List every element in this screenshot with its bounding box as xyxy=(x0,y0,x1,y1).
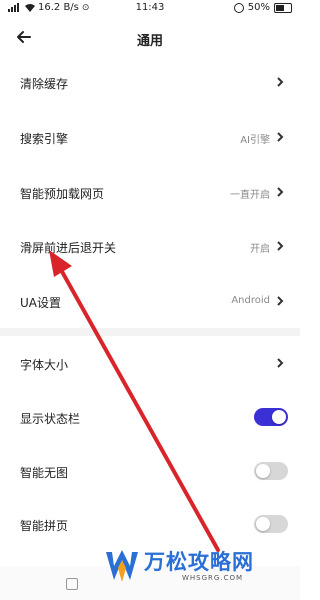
brand-logo-icon xyxy=(106,550,138,582)
setting-swipe-navigation[interactable]: 滑屏前进后退开关 开启 xyxy=(0,226,300,266)
chevron-right-icon xyxy=(277,241,284,251)
setting-label: 字体大小 xyxy=(20,358,69,372)
chevron-right-icon xyxy=(277,358,284,368)
setting-label: UA设置 xyxy=(20,296,61,310)
setting-preload[interactable]: 智能预加载网页 一直开启 xyxy=(0,172,300,212)
toggle-switch-off[interactable] xyxy=(254,462,288,480)
chevron-right-icon xyxy=(277,187,284,197)
watermark: 万松攻略网 WHSGRG.COM xyxy=(104,546,294,592)
chevron-right-icon xyxy=(277,296,284,306)
header-bar: 通用 xyxy=(0,18,300,58)
setting-label: 滑屏前进后退开关 xyxy=(20,241,117,255)
setting-label: 智能无图 xyxy=(20,466,69,480)
setting-ua[interactable]: UA设置 Android xyxy=(0,281,300,321)
setting-label: 智能拼页 xyxy=(20,519,69,533)
page-title: 通用 xyxy=(136,34,163,49)
toggle-switch-on[interactable] xyxy=(254,408,288,426)
setting-search-engine[interactable]: 搜索引擎 AI引擎 xyxy=(0,117,300,157)
section-divider xyxy=(0,328,300,336)
recent-apps-icon[interactable] xyxy=(66,578,78,590)
setting-value: Android xyxy=(231,295,270,306)
brand-domain: WHSGRG.COM xyxy=(182,574,244,582)
status-bar: 16.2 B/s ⊙ 11:43 50% xyxy=(0,0,300,17)
setting-value: AI引擎 xyxy=(240,135,270,146)
setting-show-statusbar: 显示状态栏 xyxy=(0,397,300,437)
status-right: 50% xyxy=(233,2,292,13)
setting-value: 开启 xyxy=(250,244,270,255)
setting-smart-page-join: 智能拼页 xyxy=(0,504,300,544)
battery-icon xyxy=(274,2,292,13)
toggle-switch-off[interactable] xyxy=(254,515,288,533)
setting-label: 搜索引擎 xyxy=(20,132,69,146)
battery-text: 50% xyxy=(247,2,270,13)
alarm-icon xyxy=(233,2,244,13)
chevron-right-icon xyxy=(277,132,284,142)
setting-value: 一直开启 xyxy=(230,190,270,201)
setting-clear-cache[interactable]: 清除缓存 xyxy=(0,62,300,102)
setting-font-size[interactable]: 字体大小 xyxy=(0,343,300,383)
brand-name: 万松攻略网 xyxy=(144,550,254,574)
setting-label: 显示状态栏 xyxy=(20,412,81,426)
chevron-right-icon xyxy=(277,77,284,87)
setting-smart-no-image: 智能无图 xyxy=(0,451,300,491)
setting-label: 清除缓存 xyxy=(20,77,69,91)
setting-label: 智能预加载网页 xyxy=(20,187,105,201)
